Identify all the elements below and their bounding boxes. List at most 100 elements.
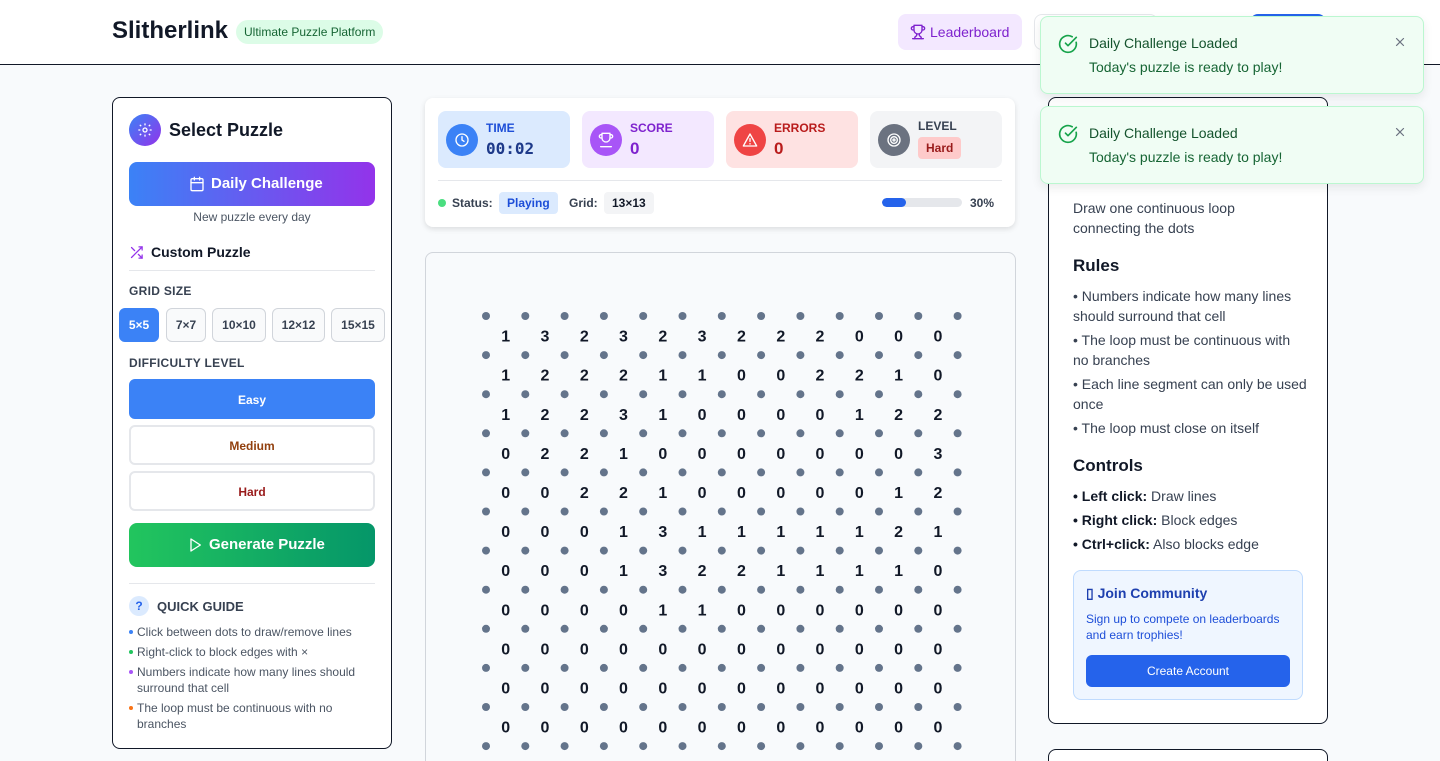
cell-number[interactable]: 1 (698, 524, 707, 541)
cell-number[interactable]: 3 (540, 329, 549, 346)
cell-number[interactable]: 0 (698, 446, 707, 463)
cell-number[interactable]: 0 (580, 720, 589, 737)
cell-number[interactable]: 2 (540, 446, 549, 463)
cell-number[interactable]: 1 (619, 446, 628, 463)
cell-number[interactable]: 3 (619, 407, 628, 424)
cell-number[interactable]: 0 (816, 407, 825, 424)
cell-number[interactable]: 0 (776, 641, 785, 658)
cell-number[interactable]: 0 (855, 720, 864, 737)
difficulty-easy-button[interactable]: Easy (129, 379, 375, 419)
cell-number[interactable]: 2 (933, 407, 942, 424)
cell-number[interactable]: 2 (580, 407, 589, 424)
cell-number[interactable]: 0 (501, 680, 510, 697)
cell-number[interactable]: 1 (658, 368, 667, 385)
cell-number[interactable]: 0 (580, 524, 589, 541)
cell-number[interactable]: 0 (698, 485, 707, 502)
cell-number[interactable]: 0 (816, 602, 825, 619)
cell-number[interactable]: 2 (540, 407, 549, 424)
cell-number[interactable]: 3 (698, 329, 707, 346)
cell-number[interactable]: 0 (658, 720, 667, 737)
cell-number[interactable]: 0 (737, 602, 746, 619)
cell-number[interactable]: 3 (933, 446, 942, 463)
cell-number[interactable]: 0 (737, 641, 746, 658)
cell-number[interactable]: 0 (933, 720, 942, 737)
cell-number[interactable]: 0 (855, 641, 864, 658)
cell-number[interactable]: 1 (816, 563, 825, 580)
cell-number[interactable]: 0 (776, 680, 785, 697)
cell-number[interactable]: 3 (619, 329, 628, 346)
cell-number[interactable]: 0 (540, 602, 549, 619)
cell-number[interactable]: 2 (816, 368, 825, 385)
cell-number[interactable]: 2 (855, 368, 864, 385)
cell-number[interactable]: 0 (933, 329, 942, 346)
cell-number[interactable]: 0 (540, 720, 549, 737)
cell-number[interactable]: 0 (933, 368, 942, 385)
cell-number[interactable]: 0 (501, 641, 510, 658)
cell-number[interactable]: 0 (855, 485, 864, 502)
cell-number[interactable]: 0 (855, 602, 864, 619)
cell-number[interactable]: 2 (933, 485, 942, 502)
cell-number[interactable]: 0 (855, 446, 864, 463)
cell-number[interactable]: 0 (816, 720, 825, 737)
cell-number[interactable]: 1 (658, 485, 667, 502)
cell-number[interactable]: 0 (816, 680, 825, 697)
cell-number[interactable]: 0 (698, 680, 707, 697)
cell-number[interactable]: 0 (933, 563, 942, 580)
cell-number[interactable]: 2 (894, 524, 903, 541)
cell-number[interactable]: 0 (894, 329, 903, 346)
cell-number[interactable]: 1 (933, 524, 942, 541)
grid-size-5x5-button[interactable]: 5×5 (119, 308, 159, 342)
cell-number[interactable]: 1 (698, 368, 707, 385)
difficulty-hard-button[interactable]: Hard (129, 471, 375, 511)
cell-number[interactable]: 1 (619, 563, 628, 580)
cell-number[interactable]: 2 (580, 446, 589, 463)
cell-number[interactable]: 1 (619, 524, 628, 541)
cell-number[interactable]: 0 (737, 407, 746, 424)
cell-number[interactable]: 1 (816, 524, 825, 541)
cell-number[interactable]: 0 (737, 680, 746, 697)
cell-number[interactable]: 0 (580, 563, 589, 580)
grid-size-12x12-button[interactable]: 12×12 (272, 308, 325, 342)
cell-number[interactable]: 1 (894, 368, 903, 385)
cell-number[interactable]: 0 (540, 680, 549, 697)
cell-number[interactable]: 1 (501, 368, 510, 385)
cell-number[interactable]: 0 (776, 368, 785, 385)
cell-number[interactable]: 0 (580, 680, 589, 697)
cell-number[interactable]: 0 (501, 485, 510, 502)
cell-number[interactable]: 1 (855, 524, 864, 541)
cell-number[interactable]: 0 (816, 485, 825, 502)
cell-number[interactable]: 0 (737, 485, 746, 502)
cell-number[interactable]: 0 (658, 680, 667, 697)
cell-number[interactable]: 3 (658, 524, 667, 541)
cell-number[interactable]: 0 (658, 446, 667, 463)
cell-number[interactable]: 0 (894, 602, 903, 619)
cell-number[interactable]: 2 (737, 329, 746, 346)
cell-number[interactable]: 0 (540, 524, 549, 541)
cell-number[interactable]: 1 (658, 407, 667, 424)
grid-size-10x10-button[interactable]: 10×10 (212, 308, 266, 342)
cell-number[interactable]: 1 (776, 563, 785, 580)
cell-number[interactable]: 0 (540, 563, 549, 580)
cell-number[interactable]: 0 (776, 602, 785, 619)
cell-number[interactable]: 0 (698, 720, 707, 737)
cell-number[interactable]: 2 (580, 485, 589, 502)
cell-number[interactable]: 0 (619, 720, 628, 737)
cell-number[interactable]: 0 (894, 680, 903, 697)
close-icon[interactable] (1393, 125, 1407, 139)
leaderboard-button[interactable]: Leaderboard (898, 14, 1022, 50)
cell-number[interactable]: 1 (501, 329, 510, 346)
puzzle-grid[interactable]: 1 3 2 3 2 3 2 2 2 0 0 0 1 2 2 2 1 1 0 0 2 2 1 0 1 2 2 3 1 0 0 0 0 1 2 2 0 2 2 1… (426, 253, 1017, 761)
cell-number[interactable]: 0 (658, 641, 667, 658)
cell-number[interactable]: 0 (816, 446, 825, 463)
close-icon[interactable] (1393, 35, 1407, 49)
cell-number[interactable]: 0 (894, 446, 903, 463)
cell-number[interactable]: 3 (658, 563, 667, 580)
cell-number[interactable]: 2 (540, 368, 549, 385)
cell-number[interactable]: 0 (737, 446, 746, 463)
cell-number[interactable]: 0 (501, 524, 510, 541)
cell-number[interactable]: 0 (816, 641, 825, 658)
cell-number[interactable]: 2 (698, 563, 707, 580)
cell-number[interactable]: 1 (894, 485, 903, 502)
cell-number[interactable]: 0 (698, 407, 707, 424)
create-account-button[interactable]: Create Account (1086, 655, 1290, 687)
